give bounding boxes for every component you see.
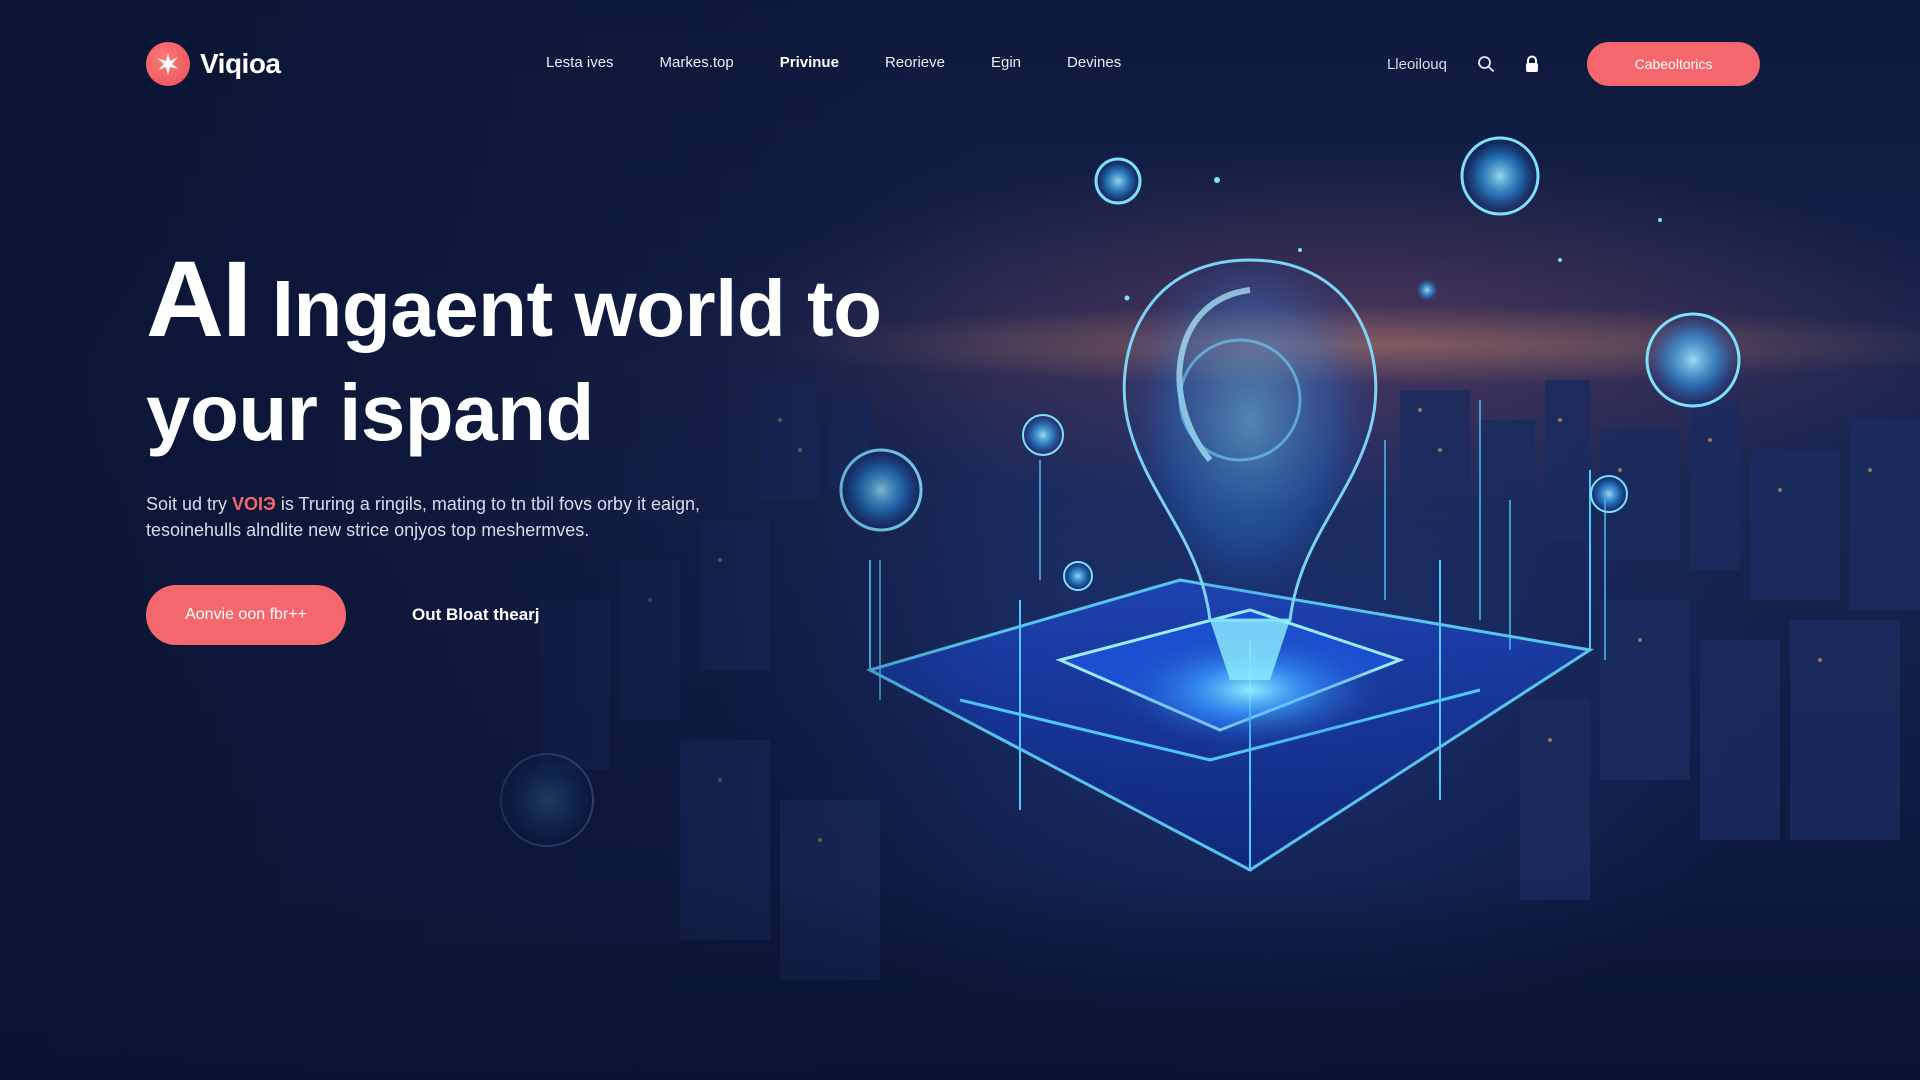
nav-link-3[interactable]: Privinue [780, 54, 839, 71]
starburst-logo-icon [146, 42, 190, 86]
nav-link-4[interactable]: Reorieve [885, 54, 945, 71]
hero-title-line2: your ispand [146, 368, 594, 457]
hero-title-line1: Ingaent world to [250, 264, 882, 353]
nav-link-6[interactable]: Devines [1067, 54, 1121, 71]
hero-subtitle: Soit ud try VOIЭ is Truring a ringils, m… [146, 491, 766, 543]
hero-title: AI Ingaent world to your ispand [146, 245, 1046, 457]
nav-link-2[interactable]: Markes.top [660, 54, 734, 71]
nav-link-1[interactable]: Lesta ives [546, 54, 614, 71]
hero-subtitle-accent: VOIЭ [232, 494, 276, 514]
nav-login-link[interactable]: Lleoilouq [1387, 56, 1447, 73]
navbar: Viqioa Lesta ives Markes.top Privinue Re… [0, 0, 1920, 130]
hero-subtitle-pre: Soit ud try [146, 494, 233, 514]
lock-icon[interactable] [1521, 53, 1543, 75]
nav-link-5[interactable]: Egin [991, 54, 1021, 71]
primary-cta-button[interactable]: Aonvie oon fbr++ [146, 585, 346, 645]
hero-section: AI Ingaent world to your ispand Soit ud … [146, 245, 1046, 645]
nav-cta-button[interactable]: Cabeoltorics [1587, 42, 1760, 86]
secondary-cta-link[interactable]: Out Bloat thearj [412, 605, 540, 625]
landing-page: Viqioa Lesta ives Markes.top Privinue Re… [0, 0, 1920, 1080]
search-icon[interactable] [1475, 53, 1497, 75]
brand-name: Viqioa [200, 48, 281, 79]
brand-logo[interactable]: Viqioa [146, 42, 281, 86]
nav-actions: Lleoilouq Cabeoltorics [1387, 42, 1760, 86]
hero-title-ai: AI [146, 238, 252, 359]
hero-actions: Aonvie oon fbr++ Out Bloat thearj [146, 585, 1046, 645]
main-nav: Lesta ives Markes.top Privinue Reorieve … [546, 54, 1167, 71]
